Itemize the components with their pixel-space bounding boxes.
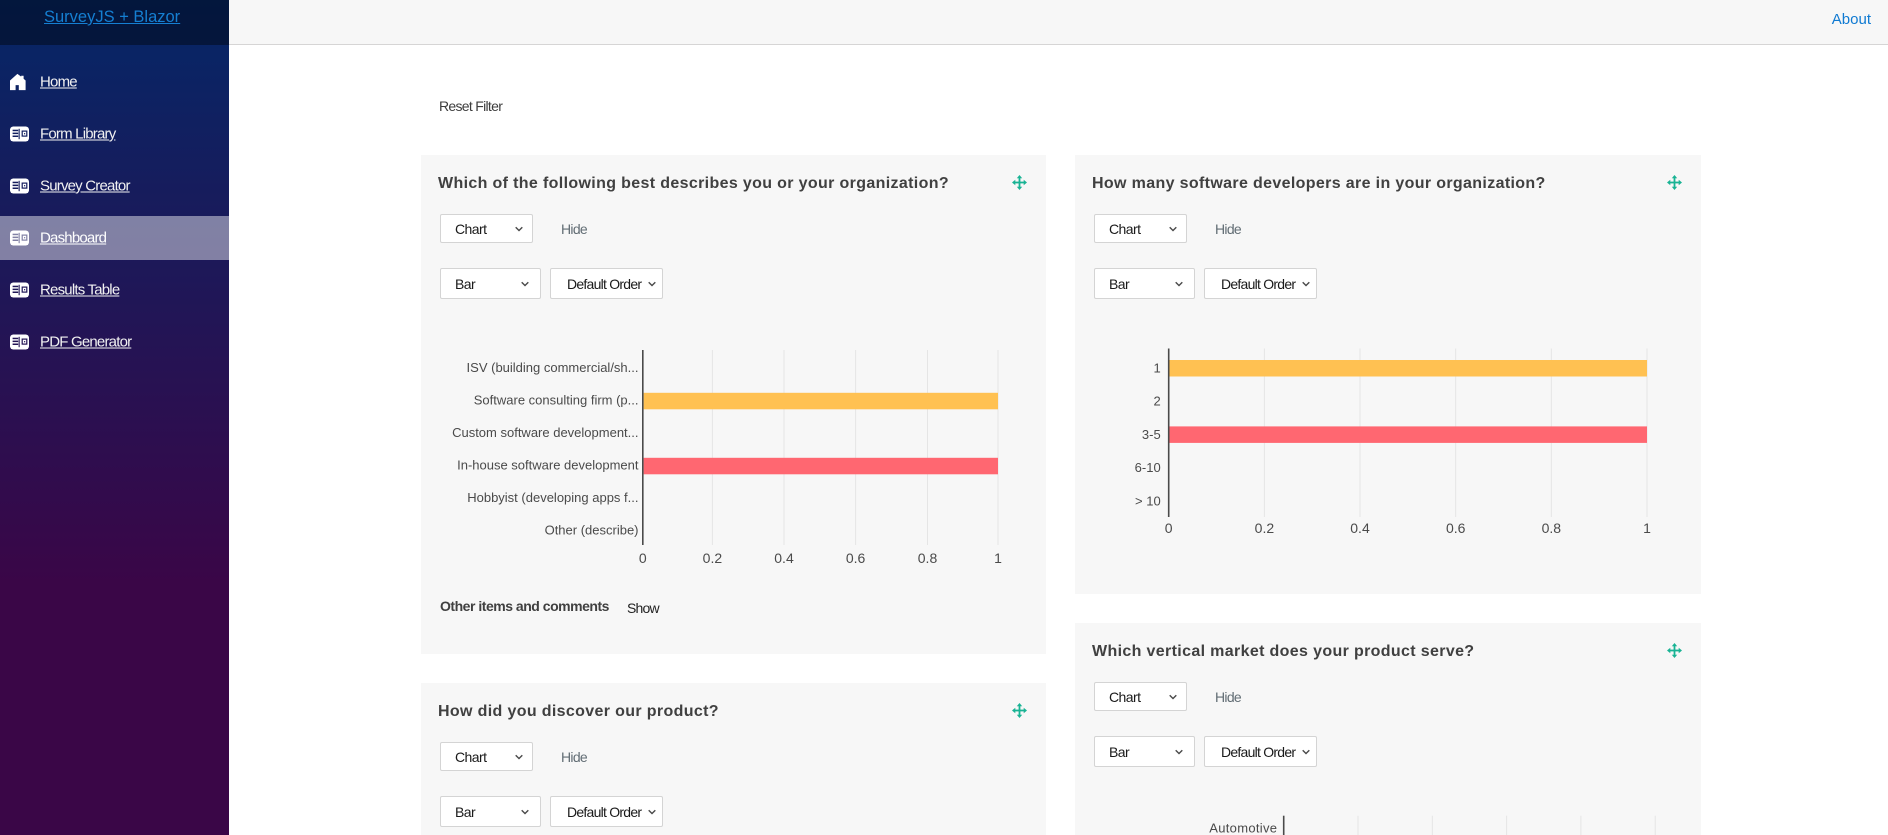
svg-text:0.8: 0.8	[918, 550, 938, 566]
svg-text:0.6: 0.6	[846, 550, 866, 566]
svg-text:In-house software development: In-house software development	[457, 457, 639, 472]
svg-text:> 10: > 10	[1135, 493, 1161, 508]
svg-text:0: 0	[1165, 520, 1173, 536]
svg-text:0.2: 0.2	[1255, 520, 1275, 536]
svg-text:2: 2	[1153, 394, 1160, 409]
svg-text:0.4: 0.4	[774, 550, 794, 566]
svg-text:6-10: 6-10	[1135, 460, 1161, 475]
svg-text:0.8: 0.8	[1542, 520, 1562, 536]
svg-text:Software consulting firm (p...: Software consulting firm (p...	[474, 392, 639, 407]
svg-text:3-5: 3-5	[1142, 427, 1161, 442]
svg-text:1: 1	[1153, 361, 1160, 376]
svg-text:0: 0	[639, 550, 647, 566]
svg-text:0.2: 0.2	[703, 550, 723, 566]
svg-text:ISV (building commercial/sh...: ISV (building commercial/sh...	[467, 360, 639, 375]
svg-text:1: 1	[1643, 520, 1651, 536]
svg-text:1: 1	[994, 550, 1002, 566]
svg-text:Automotive: Automotive	[1209, 821, 1277, 835]
svg-text:0.6: 0.6	[1446, 520, 1466, 536]
svg-text:0.4: 0.4	[1350, 520, 1370, 536]
svg-text:Hobbyist (developing apps f...: Hobbyist (developing apps f...	[467, 490, 638, 505]
svg-text:Custom software development...: Custom software development...	[452, 425, 638, 440]
svg-text:Other (describe): Other (describe)	[545, 522, 639, 537]
